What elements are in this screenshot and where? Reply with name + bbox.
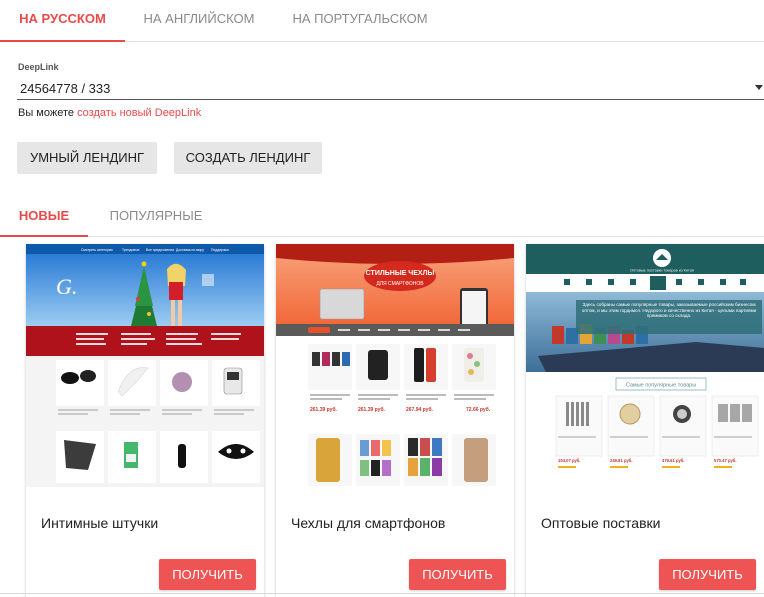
tab-russian[interactable]: На русском <box>0 0 125 42</box>
svg-text:261.39 руб.: 261.39 руб. <box>310 406 338 413</box>
deeplink-value: 24564778 / 333 <box>20 81 111 96</box>
svg-text:Все предложения: Все предложения <box>146 248 174 252</box>
divider <box>0 593 764 594</box>
svg-text:261.39 руб.: 261.39 руб. <box>358 406 386 413</box>
svg-text:570.47 руб.: 570.47 руб. <box>714 458 737 463</box>
landing-preview-image[interactable]: Смотреть категории Трендовые Все предлож… <box>26 244 264 487</box>
deeplink-label: DeepLink <box>18 62 59 72</box>
get-button[interactable]: Получить <box>159 559 256 590</box>
svg-text:104.07 руб.: 104.07 руб. <box>558 458 581 463</box>
svg-text:267.94 руб.: 267.94 руб. <box>406 406 434 413</box>
svg-text:Смотреть категории: Смотреть категории <box>81 248 113 252</box>
svg-text:72.66 руб.: 72.66 руб. <box>466 406 491 413</box>
svg-text:Поддержка: Поддержка <box>211 248 229 252</box>
caret-down-icon <box>755 85 763 90</box>
deeplink-hint: Вы можете создать новый DeepLink <box>18 107 201 119</box>
tab-new[interactable]: Новые <box>0 198 88 237</box>
landing-preview-image[interactable]: Оптовые поставки товаров из Китая Здесь … <box>526 244 764 487</box>
svg-text:249.81 руб.: 249.81 руб. <box>610 458 633 463</box>
landing-card: СТИЛЬНЫЕ ЧЕХЛЫ ДЛЯ СМАРТФОНОВ 261.39 руб… <box>276 244 514 597</box>
landing-preview-image[interactable]: СТИЛЬНЫЕ ЧЕХЛЫ ДЛЯ СМАРТФОНОВ 261.39 руб… <box>276 244 514 487</box>
get-button[interactable]: Получить <box>409 559 506 590</box>
svg-text:ДЛЯ СМАРТФОНОВ: ДЛЯ СМАРТФОНОВ <box>376 281 424 287</box>
get-button[interactable]: Получить <box>659 559 756 590</box>
svg-text:Трендовые: Трендовые <box>122 248 140 252</box>
landing-filter-tabs: Новые Популярные <box>0 198 764 237</box>
create-deeplink-link[interactable]: создать новый DeepLink <box>77 107 201 119</box>
smart-landing-button[interactable]: Умный лендинг <box>17 142 157 174</box>
phone-cases-preview-illustration: СТИЛЬНЫЕ ЧЕХЛЫ ДЛЯ СМАРТФОНОВ 261.39 руб… <box>276 244 514 487</box>
tab-popular[interactable]: Популярные <box>96 198 216 236</box>
svg-text:476.61 руб.: 476.61 руб. <box>662 458 685 463</box>
landing-card: Оптовые поставки товаров из Китая Здесь … <box>526 244 764 597</box>
svg-text:Самые популярные товары: Самые популярные товары <box>626 383 696 389</box>
svg-text:G.: G. <box>56 274 77 299</box>
svg-text:Доставка по миру: Доставка по миру <box>176 248 204 252</box>
landing-card: Смотреть категории Трендовые Все предлож… <box>26 244 264 597</box>
wholesale-preview-illustration: Оптовые поставки товаров из Китая Здесь … <box>526 244 764 487</box>
svg-text:СТИЛЬНЫЕ ЧЕХЛЫ: СТИЛЬНЫЕ ЧЕХЛЫ <box>366 270 435 277</box>
tab-english[interactable]: На английском <box>135 0 263 41</box>
deeplink-select[interactable]: 24564778 / 333 <box>17 76 764 100</box>
create-landing-button[interactable]: Создать лендинг <box>174 142 322 174</box>
intimate-preview-illustration: Смотреть категории Трендовые Все предлож… <box>26 244 264 487</box>
deeplink-hint-text: Вы можете <box>18 107 74 119</box>
svg-text:Оптовые поставки товаров из Ки: Оптовые поставки товаров из Китая <box>630 269 694 273</box>
landing-card-title: Чехлы для смартфонов <box>291 515 446 531</box>
landing-card-title: Интимные штучки <box>41 515 159 531</box>
tab-portuguese[interactable]: На португальском <box>283 0 437 41</box>
landing-card-title: Оптовые поставки <box>541 515 661 531</box>
language-tabs: На русском На английском На португальско… <box>0 0 764 42</box>
